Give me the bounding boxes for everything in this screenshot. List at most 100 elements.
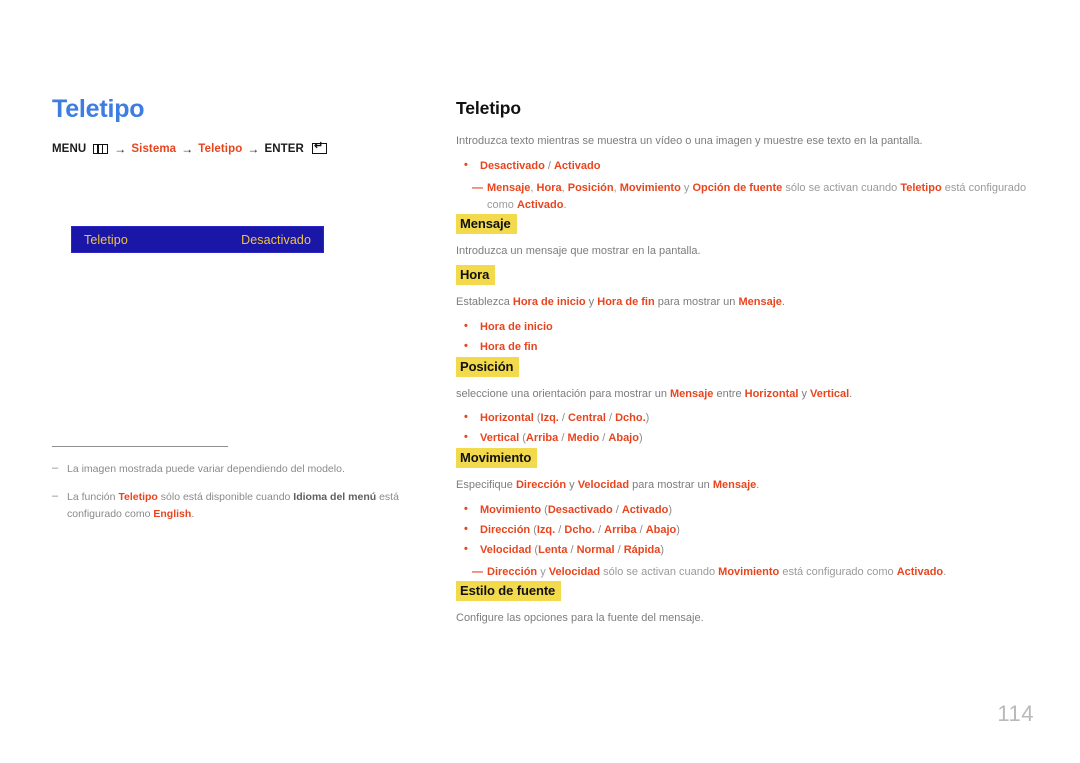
footnote-text-part: sólo está disponible cuando — [157, 491, 294, 504]
bullet-text-part: Central — [568, 412, 606, 425]
section-body-text-part: Vertical — [810, 387, 850, 400]
bullet-item: Horizontal (Izq. / Central / Dcho.) — [456, 407, 1036, 428]
section-body-text-part: Especifique — [456, 479, 516, 492]
section-body-text-part: . — [781, 296, 785, 309]
section-body-text-part: para mostrar un — [629, 479, 713, 492]
section-body-text-part: Configure las opciones para la fuente de… — [456, 611, 704, 624]
section-body: Configure las opciones para la fuente de… — [456, 610, 1036, 627]
footnote-dash-icon: – — [52, 490, 59, 503]
osd-menu-row[interactable]: Teletipo Desactivado — [71, 226, 324, 253]
footnote-text-part: La función — [67, 491, 119, 504]
section-body-text-part: para mostrar un — [654, 296, 739, 309]
section-heading: Mensaje — [456, 213, 517, 234]
intro-bullet-list: Desactivado / Activado — [456, 154, 1036, 176]
bullet-text-part: Activado — [553, 159, 601, 172]
note-text-part: Mensaje — [487, 181, 531, 194]
bullet-text-part: Rápida — [623, 543, 661, 556]
enter-return-icon — [311, 141, 327, 154]
bullet-text-part: Movimiento — [480, 503, 542, 516]
section-heading: Estilo de fuente — [456, 580, 562, 601]
section-dash-note: — Dirección y Velocidad sólo se activan c… — [456, 564, 1036, 581]
menu-grid-icon — [93, 143, 109, 154]
manual-section: Movimiento Especifique Dirección y Veloci… — [456, 448, 1036, 581]
footnote-dash-icon: – — [52, 462, 59, 474]
enter-label: ENTER — [264, 142, 304, 155]
bullet-text-part: ( — [533, 412, 541, 425]
note-text-part: Velocidad — [548, 565, 601, 578]
note-emdash-icon: — — [472, 181, 483, 194]
osd-item-value[interactable]: Desactivado — [241, 233, 311, 247]
manual-page: Teletipo MENU → Sistema → Teletipo → ENT… — [0, 0, 1080, 763]
section-body-text-part: Hora de inicio — [512, 296, 586, 309]
section-heading: Movimiento — [456, 448, 538, 469]
section-body-text-part: Introduzca un mensaje que mostrar en la … — [456, 244, 701, 257]
note-text-part: Activado — [896, 565, 944, 578]
section-body-text-part: Dirección — [515, 479, 567, 492]
arrow-icon-1: → — [114, 141, 127, 156]
right-column: Teletipo Introduzca texto mientras se mu… — [456, 98, 1036, 632]
section-body-text-part: y — [566, 479, 578, 492]
menu-path-step-teletipo[interactable]: Teletipo — [198, 143, 242, 155]
section-body-text-part: Establezca — [456, 296, 513, 309]
manual-section: Estilo de fuente Configure las opciones p… — [456, 580, 1036, 627]
section-body-text-part: y — [585, 296, 598, 309]
section-body: Introduzca un mensaje que mostrar en la … — [456, 243, 1036, 260]
bullet-text-part: Lenta — [538, 543, 568, 556]
manual-section: Mensaje Introduzca un mensaje que mostrar… — [456, 213, 1036, 260]
note-text-part: Movimiento — [718, 565, 780, 578]
bullet-text-part: Arriba — [604, 523, 637, 536]
left-column: Teletipo MENU → Sistema → Teletipo → ENT… — [52, 95, 432, 156]
section-body-text-part: entre — [713, 387, 745, 400]
intro-paragraph: Introduzca texto mientras se muestra un … — [456, 133, 1036, 150]
footnote-text-part: . — [191, 507, 195, 520]
bullet-text-part: Activado — [621, 503, 669, 516]
bullet-text-part: Hora de fin — [480, 340, 538, 353]
footnote-item: – La función Teletipo sólo está disponibl… — [52, 489, 442, 522]
bullet-text-part: / — [612, 503, 622, 516]
left-page-title: Teletipo — [52, 95, 145, 123]
intro-text-part: Introduzca texto mientras se muestra un … — [456, 135, 923, 147]
section-body: Establezca Hora de inicio y Hora de fin … — [456, 294, 1036, 311]
note-text-part: y — [680, 181, 693, 194]
menu-label: MENU — [52, 142, 87, 155]
note-emdash-icon: — — [472, 565, 483, 578]
bullet-item: Velocidad (Lenta / Normal / Rápida) — [456, 539, 1036, 560]
bullet-text-part: ) — [645, 412, 650, 425]
bullet-text-part: ) — [660, 543, 665, 556]
footnotes-divider — [52, 446, 228, 447]
note-text-part: Movimiento — [619, 181, 681, 194]
bullet-text-part: Izq. — [540, 412, 559, 425]
manual-section: Posición seleccione una orientación para … — [456, 356, 1036, 449]
note-text-part: Activado — [516, 198, 564, 211]
bullet-text-part: / — [555, 523, 565, 536]
note-text-part: sólo se activan cuando — [782, 181, 901, 194]
section-title: Teletipo — [456, 98, 521, 118]
bullet-text-part: Dcho. — [564, 523, 595, 536]
section-body: seleccione una orientación para mostrar … — [456, 386, 1036, 403]
menu-path-step-sistema[interactable]: Sistema — [131, 143, 176, 155]
section-heading: Hora — [456, 265, 496, 286]
note-text-part: está configurado como — [779, 565, 897, 578]
section-list: Mensaje Introduzca un mensaje que mostrar… — [456, 213, 1036, 627]
manual-section: Hora Establezca Hora de inicio y Hora de … — [456, 265, 1036, 357]
intro-dash-note: — Mensaje, Hora, Posición, Movimiento y O… — [456, 180, 1036, 214]
bullet-text-part: ( — [541, 503, 548, 516]
bullet-item: Vertical (Arriba / Medio / Abajo) — [456, 427, 1036, 448]
bullet-item: Hora de fin — [456, 336, 1036, 357]
note-text-part: sólo se activan cuando — [600, 565, 719, 578]
section-body-text-part: Mensaje — [738, 296, 782, 309]
footnote-item: – La imagen mostrada puede variar dependi… — [52, 461, 442, 477]
bullet-text-part: ( — [519, 432, 526, 445]
section-body-text-part: Mensaje — [712, 479, 757, 492]
bullet-text-part: Normal — [576, 543, 615, 556]
note-text-part: Posición — [567, 181, 614, 194]
section-bullet-list: Hora de inicio Hora de fin — [456, 316, 1036, 357]
bullet-text-part: / — [605, 412, 616, 425]
footnote-text-part: La imagen mostrada puede variar dependie… — [67, 463, 345, 475]
note-text-part: y — [537, 565, 549, 578]
bullet-text-part: / — [567, 543, 577, 556]
section-body-text-part: y — [798, 387, 811, 400]
bullet-text-part: Desactivado — [547, 503, 613, 516]
footnote-text-part: Idioma del menú — [293, 491, 377, 504]
bullet-text-part: Velocidad — [480, 543, 532, 556]
